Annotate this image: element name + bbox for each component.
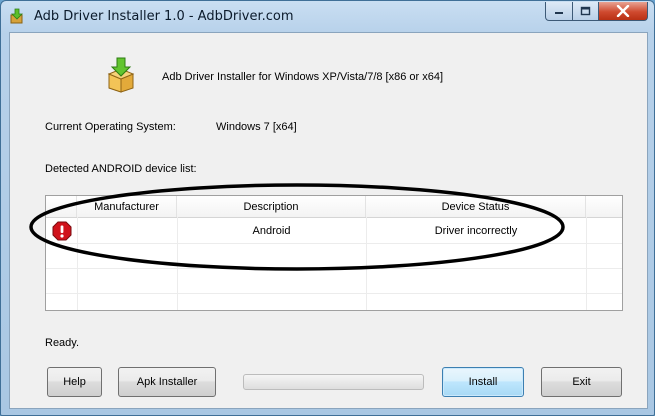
install-button[interactable]: Install (442, 367, 524, 397)
column-header-manufacturer[interactable]: Manufacturer (77, 196, 177, 217)
client-area: Adb Driver Installer for Windows XP/Vist… (9, 32, 648, 409)
description-cell: Android (252, 224, 291, 237)
main-window: Adb Driver Installer 1.0 - AdbDriver.com… (0, 0, 655, 416)
status-cell (46, 218, 77, 243)
column-header-icon[interactable] (46, 196, 77, 217)
help-button[interactable]: Help (47, 367, 102, 397)
device-list-label: Detected ANDROID device list: (45, 163, 197, 175)
manufacturer-cell (77, 218, 177, 243)
device-status-cell: Driver incorrectly (434, 224, 518, 237)
install-progress-bar (243, 374, 424, 390)
apk-installer-button[interactable]: Apk Installer (118, 367, 216, 397)
os-value: Windows 7 [x64] (216, 121, 297, 133)
column-header-filler (586, 196, 622, 217)
installer-box-download-icon (107, 57, 135, 93)
list-header: Manufacturer Description Device Status (46, 196, 622, 218)
app-description: Adb Driver Installer for Windows XP/Vist… (162, 71, 444, 83)
exit-button[interactable]: Exit (541, 367, 622, 397)
status-text: Ready. (45, 337, 80, 349)
device-list-view[interactable]: Manufacturer Description Device Status A… (45, 195, 623, 311)
column-header-device-status[interactable]: Device Status (366, 196, 586, 217)
os-label: Current Operating System: (45, 121, 176, 133)
error-icon (52, 221, 71, 240)
column-header-description[interactable]: Description (177, 196, 366, 217)
